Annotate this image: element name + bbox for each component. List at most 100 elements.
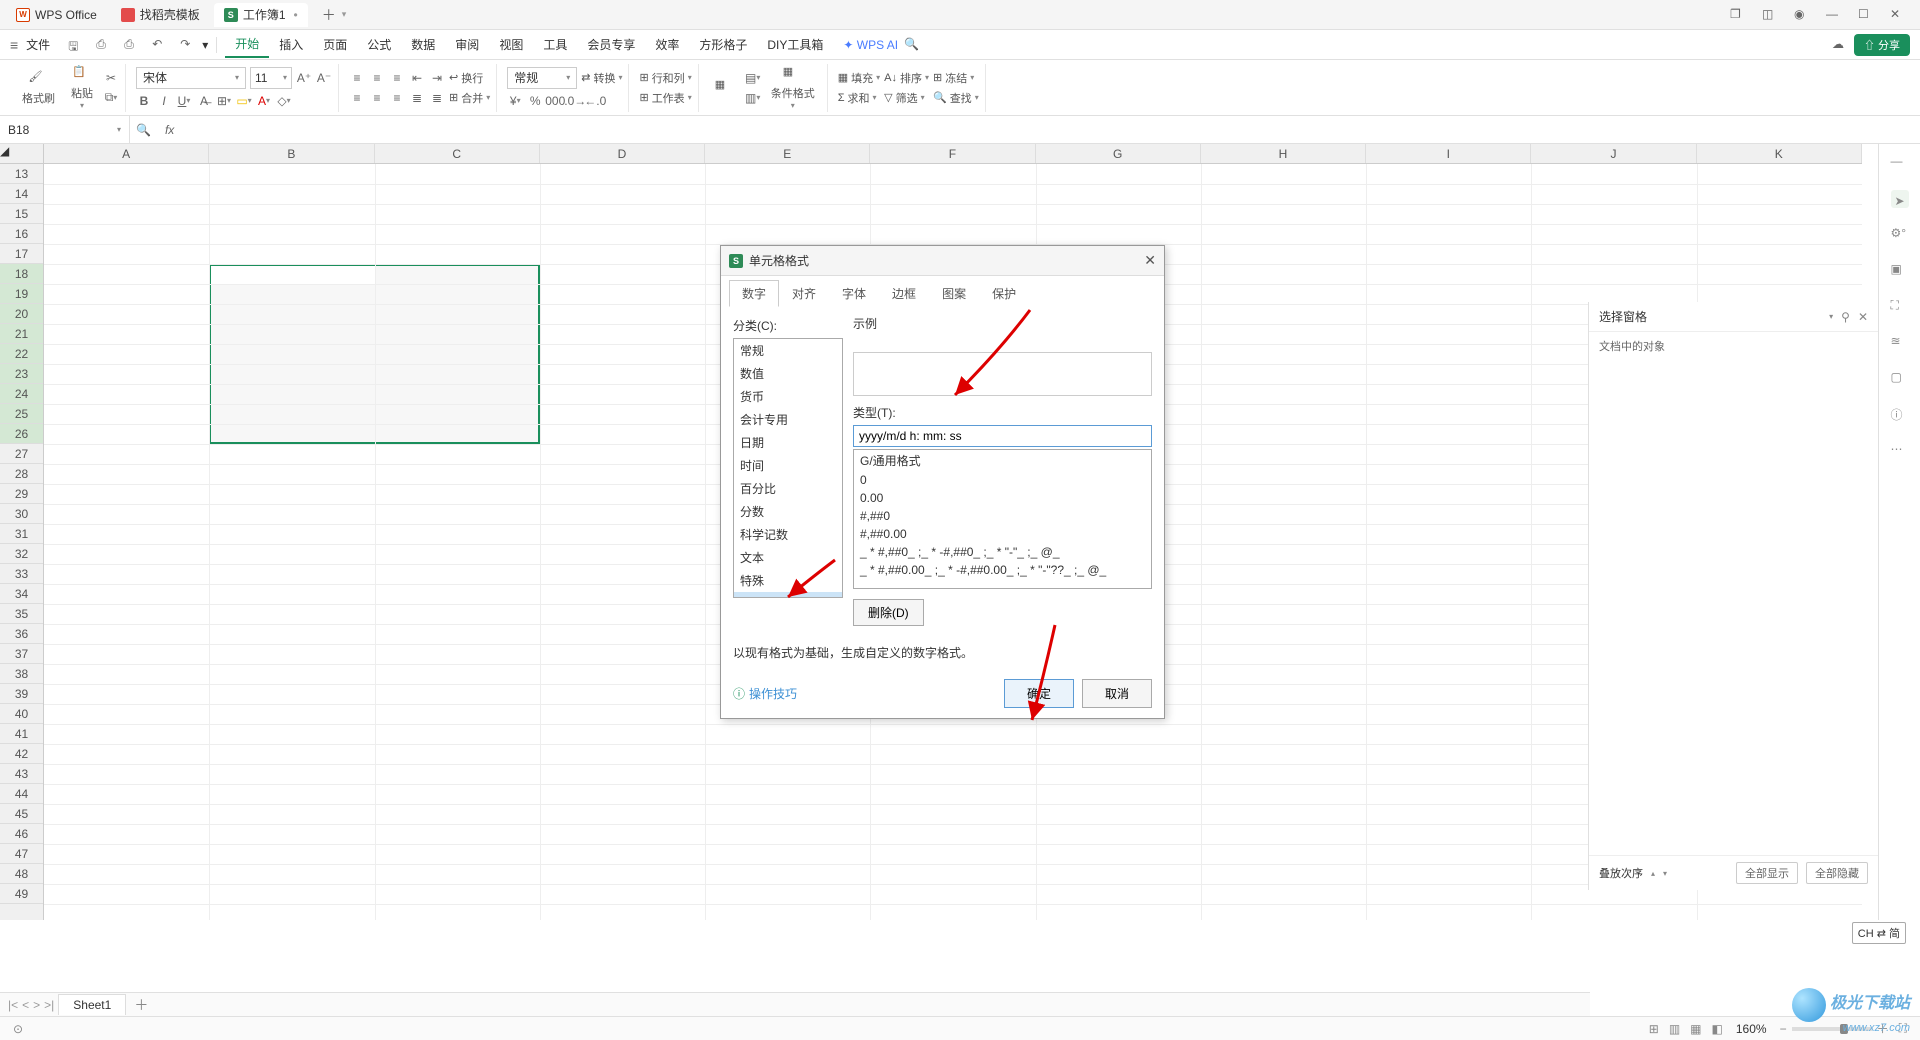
row-header[interactable]: 35: [0, 604, 43, 624]
file-menu[interactable]: 文件: [26, 36, 50, 53]
format-item[interactable]: #,##0.00: [854, 525, 1151, 543]
row-header[interactable]: 28: [0, 464, 43, 484]
tab-square[interactable]: 方形格子: [689, 32, 757, 57]
row-header[interactable]: 47: [0, 844, 43, 864]
category-item[interactable]: 货币: [734, 385, 842, 408]
select-all-corner[interactable]: ◢: [0, 144, 44, 164]
col-header[interactable]: J: [1531, 144, 1696, 163]
col-header[interactable]: B: [209, 144, 374, 163]
app-tab-workbook[interactable]: S工作簿1•: [214, 3, 308, 27]
col-header[interactable]: G: [1036, 144, 1201, 163]
row-header[interactable]: 15: [0, 204, 43, 224]
row-header[interactable]: 27: [0, 444, 43, 464]
category-item[interactable]: 自定义: [734, 592, 842, 598]
row-header[interactable]: 29: [0, 484, 43, 504]
format-item[interactable]: _ * #,##0_ ;_ * -#,##0_ ;_ * "-"_ ;_ @_: [854, 543, 1151, 561]
hamburger-icon[interactable]: ≡: [10, 37, 18, 53]
dialog-tab-pattern[interactable]: 图案: [929, 280, 979, 307]
app-tab-daoke[interactable]: 找稻壳模板: [111, 3, 210, 27]
format-item[interactable]: 0.00: [854, 489, 1151, 507]
settings-icon[interactable]: ⚙°: [1891, 226, 1909, 244]
fill-button[interactable]: ▦填充▾: [838, 70, 880, 86]
wrap-text-button[interactable]: ↩换行: [449, 70, 483, 86]
undo-icon[interactable]: ↶: [152, 37, 168, 53]
redo-icon[interactable]: ↷: [180, 37, 196, 53]
link-icon[interactable]: ⛶: [1891, 298, 1909, 316]
format-item[interactable]: G/通用格式: [854, 450, 1151, 471]
fx-icon[interactable]: fx: [165, 123, 174, 137]
format-item[interactable]: _ * #,##0.00_ ;_ * -#,##0.00_ ;_ * "-"??…: [854, 561, 1151, 579]
dec-decimal-icon[interactable]: ←.0: [587, 93, 603, 109]
col-header[interactable]: K: [1697, 144, 1862, 163]
category-item[interactable]: 常规: [734, 339, 842, 362]
currency-icon[interactable]: ¥▾: [507, 93, 523, 109]
align-left-icon[interactable]: ≡: [349, 90, 365, 106]
view-break-icon[interactable]: ▦: [1690, 1022, 1701, 1036]
last-sheet-icon[interactable]: >|: [44, 998, 54, 1012]
cut-icon[interactable]: ✂: [103, 70, 119, 86]
more-icon[interactable]: ⋯: [1891, 442, 1909, 460]
align-mid-icon[interactable]: ≡: [369, 70, 385, 86]
order-up-icon[interactable]: ▴: [1651, 869, 1655, 878]
format-cell-icon[interactable]: ▥▾: [745, 90, 761, 106]
row-header[interactable]: 33: [0, 564, 43, 584]
row-header[interactable]: 42: [0, 744, 43, 764]
col-header[interactable]: E: [705, 144, 870, 163]
rowcol-button[interactable]: ⊞行和列▾: [639, 70, 691, 86]
ime-indicator[interactable]: CH ⇄ 简: [1852, 922, 1906, 944]
justify-icon[interactable]: ≣: [409, 90, 425, 106]
row-header[interactable]: 38: [0, 664, 43, 684]
cube-icon[interactable]: ◫: [1762, 7, 1778, 23]
row-header[interactable]: 25: [0, 404, 43, 424]
ok-button[interactable]: 确定: [1004, 679, 1074, 708]
app-tab-wps[interactable]: WWPS Office: [6, 3, 107, 27]
row-header[interactable]: 17: [0, 244, 43, 264]
category-item[interactable]: 数值: [734, 362, 842, 385]
indent-left-icon[interactable]: ⇤: [409, 70, 425, 86]
italic-icon[interactable]: I: [156, 93, 172, 109]
tab-menu-dropdown[interactable]: ▾: [342, 9, 347, 20]
format-painter-button[interactable]: 🖌格式刷: [16, 68, 61, 108]
tab-formula[interactable]: 公式: [357, 32, 401, 57]
cond-format-button[interactable]: ▦条件格式▾: [765, 63, 821, 112]
row-header[interactable]: 19: [0, 284, 43, 304]
cursor-icon[interactable]: ➤: [1891, 190, 1909, 208]
row-header[interactable]: 20: [0, 304, 43, 324]
col-header[interactable]: I: [1366, 144, 1531, 163]
comma-icon[interactable]: 000: [547, 93, 563, 109]
col-header[interactable]: D: [540, 144, 705, 163]
row-header[interactable]: 32: [0, 544, 43, 564]
copy-icon[interactable]: ⧉▾: [103, 90, 119, 106]
col-header[interactable]: C: [375, 144, 540, 163]
tab-member[interactable]: 会员专享: [577, 32, 645, 57]
bold-icon[interactable]: B: [136, 93, 152, 109]
dialog-tab-border[interactable]: 边框: [879, 280, 929, 307]
row-header[interactable]: 24: [0, 384, 43, 404]
record-icon[interactable]: ⊙: [13, 1022, 23, 1036]
merge-button[interactable]: ⊞合并▾: [449, 90, 490, 106]
category-item[interactable]: 特殊: [734, 569, 842, 592]
clear-format-icon[interactable]: ◇▾: [276, 93, 292, 109]
percent-icon[interactable]: %: [527, 93, 543, 109]
show-all-button[interactable]: 全部显示: [1736, 862, 1798, 884]
close-pane-icon[interactable]: ✕: [1858, 310, 1868, 324]
collapse-icon[interactable]: —: [1891, 154, 1909, 172]
delete-button[interactable]: 删除(D): [853, 599, 924, 626]
strike-icon[interactable]: A̶: [196, 93, 212, 109]
row-header[interactable]: 40: [0, 704, 43, 724]
category-item[interactable]: 日期: [734, 431, 842, 454]
category-item[interactable]: 文本: [734, 546, 842, 569]
font-color-icon[interactable]: A▾: [256, 93, 272, 109]
layers-icon[interactable]: ▣: [1891, 262, 1909, 280]
increase-font-icon[interactable]: A⁺: [296, 70, 312, 86]
row-header[interactable]: 44: [0, 784, 43, 804]
dialog-tab-number[interactable]: 数字: [729, 280, 779, 307]
new-tab-button[interactable]: ＋: [322, 5, 336, 25]
fx-zoom-icon[interactable]: 🔍: [136, 123, 151, 137]
hide-all-button[interactable]: 全部隐藏: [1806, 862, 1868, 884]
paste-button[interactable]: 📋粘贴▾: [65, 63, 99, 112]
tab-home[interactable]: 开始: [225, 31, 269, 58]
next-sheet-icon[interactable]: >: [33, 998, 40, 1012]
share-button[interactable]: ⇧ 分享: [1854, 34, 1910, 56]
align-right-icon[interactable]: ≡: [389, 90, 405, 106]
